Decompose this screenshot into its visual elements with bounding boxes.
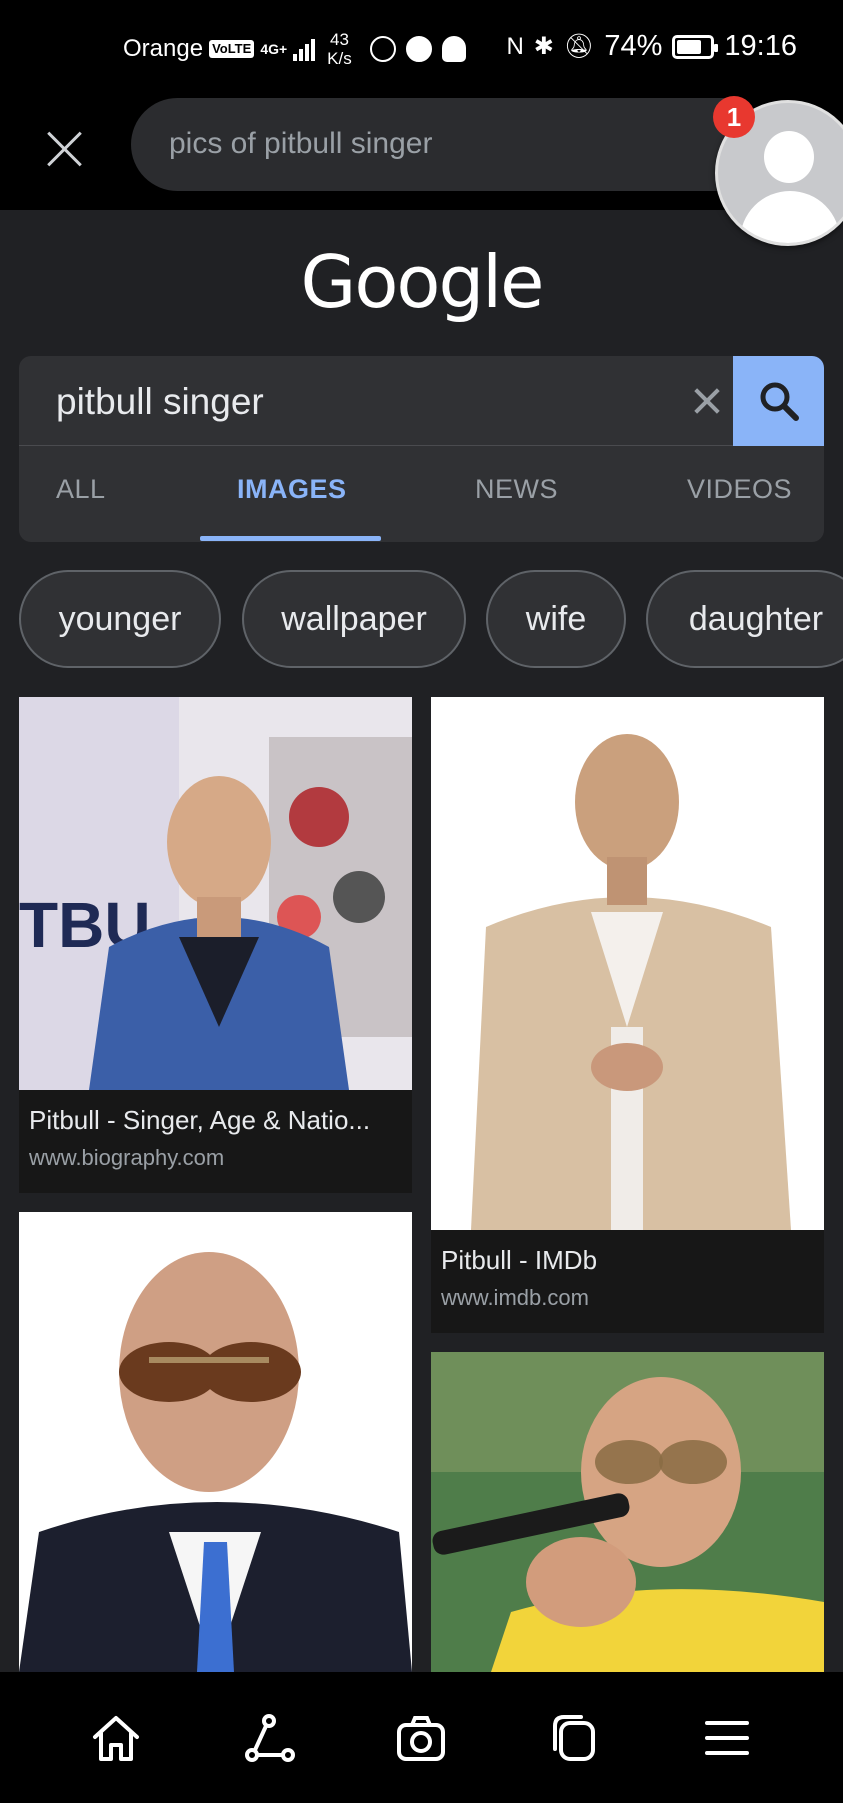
messenger-icon — [405, 36, 432, 62]
tab-images[interactable]: IMAGES — [237, 474, 347, 505]
search-button[interactable] — [733, 356, 824, 446]
share-icon — [244, 1713, 295, 1762]
result-thumbnail — [431, 697, 824, 1230]
snapchat-icon — [441, 36, 466, 62]
menu-icon — [704, 1720, 749, 1755]
status-left: Orange VoLTE 4G+ 43 K/s — [123, 30, 466, 68]
clear-icon[interactable] — [689, 383, 725, 419]
tabs-button[interactable] — [539, 1703, 609, 1773]
close-icon[interactable] — [42, 126, 88, 172]
chip-wallpaper[interactable]: wallpaper — [242, 570, 466, 668]
result-source: www.biography.com — [29, 1145, 225, 1170]
battery-percent: 74% — [604, 30, 663, 62]
battery-icon — [672, 34, 719, 59]
result-title: Pitbull - IMDb — [441, 1245, 598, 1275]
chip-daughter[interactable]: daughter — [646, 570, 843, 668]
home-icon — [93, 1715, 140, 1761]
carrier-name: Orange — [123, 35, 204, 62]
home-button[interactable] — [81, 1703, 151, 1773]
result-thumbnail: TBU — [19, 697, 412, 1090]
bottom-navigation — [0, 1672, 843, 1803]
result-thumbnail — [19, 1212, 412, 1672]
address-text: pics of pitbull singer — [169, 127, 433, 160]
speed-unit: K/s — [327, 49, 352, 68]
camera-button[interactable] — [386, 1703, 456, 1773]
notification-icons — [369, 36, 466, 62]
search-results-page: Google pitbull singer ALL IMAGES NEWS VI… — [0, 210, 843, 1672]
search-row: pitbull singer — [19, 356, 824, 446]
tab-news[interactable]: NEWS — [475, 474, 558, 505]
avatar-head-shape — [764, 131, 814, 183]
status-right: N ✱ 🔕︎ 74% 19:16 — [506, 30, 797, 63]
result-title: Pitbull - Singer, Age & Natio... — [29, 1105, 371, 1135]
volte-badge: VoLTE — [209, 40, 255, 58]
address-bar[interactable]: pics of pitbull singer — [131, 98, 771, 191]
tab-all[interactable]: ALL — [56, 474, 106, 505]
avatar-body-shape — [740, 191, 840, 243]
image-result[interactable] — [431, 1352, 824, 1672]
notification-badge: 1 — [713, 96, 755, 138]
signal-icon — [293, 37, 316, 61]
clock: 19:16 — [724, 30, 797, 62]
chip-wife[interactable]: wife — [486, 570, 626, 668]
bluetooth-icon: ✱ — [533, 33, 554, 60]
result-thumbnail — [431, 1352, 824, 1672]
active-tab-indicator — [200, 536, 381, 541]
tabs-icon — [553, 1714, 596, 1761]
google-logo: Google — [300, 240, 545, 324]
speed-value: 43 — [329, 30, 349, 49]
image-result[interactable] — [19, 1212, 412, 1672]
mute-icon: 🔕︎ — [563, 33, 595, 60]
camera-icon — [397, 1715, 446, 1761]
nfc-icon: N — [506, 32, 524, 60]
image-result[interactable]: TBU Pitbull - Singer, Age & Natio... www… — [19, 697, 412, 1193]
chip-younger[interactable]: younger — [19, 570, 221, 668]
share-button[interactable] — [234, 1703, 304, 1773]
result-source: www.imdb.com — [441, 1285, 589, 1310]
image-result[interactable]: Pitbull - IMDb www.imdb.com — [431, 697, 824, 1333]
search-input[interactable]: pitbull singer — [56, 381, 264, 423]
network-type: 4G+ — [260, 41, 288, 57]
search-icon — [760, 382, 799, 421]
messenger-icon — [369, 36, 396, 62]
search-tabs: ALL IMAGES NEWS VIDEOS — [19, 446, 824, 542]
tab-videos[interactable]: VIDEOS — [687, 474, 792, 505]
status-bar: Orange VoLTE 4G+ 43 K/s N ✱ 🔕︎ 74% 19:16 — [0, 0, 843, 96]
search-card: pitbull singer ALL IMAGES NEWS VIDEOS — [19, 356, 824, 542]
network-speed: 43 K/s — [327, 30, 352, 68]
menu-button[interactable] — [692, 1703, 762, 1773]
